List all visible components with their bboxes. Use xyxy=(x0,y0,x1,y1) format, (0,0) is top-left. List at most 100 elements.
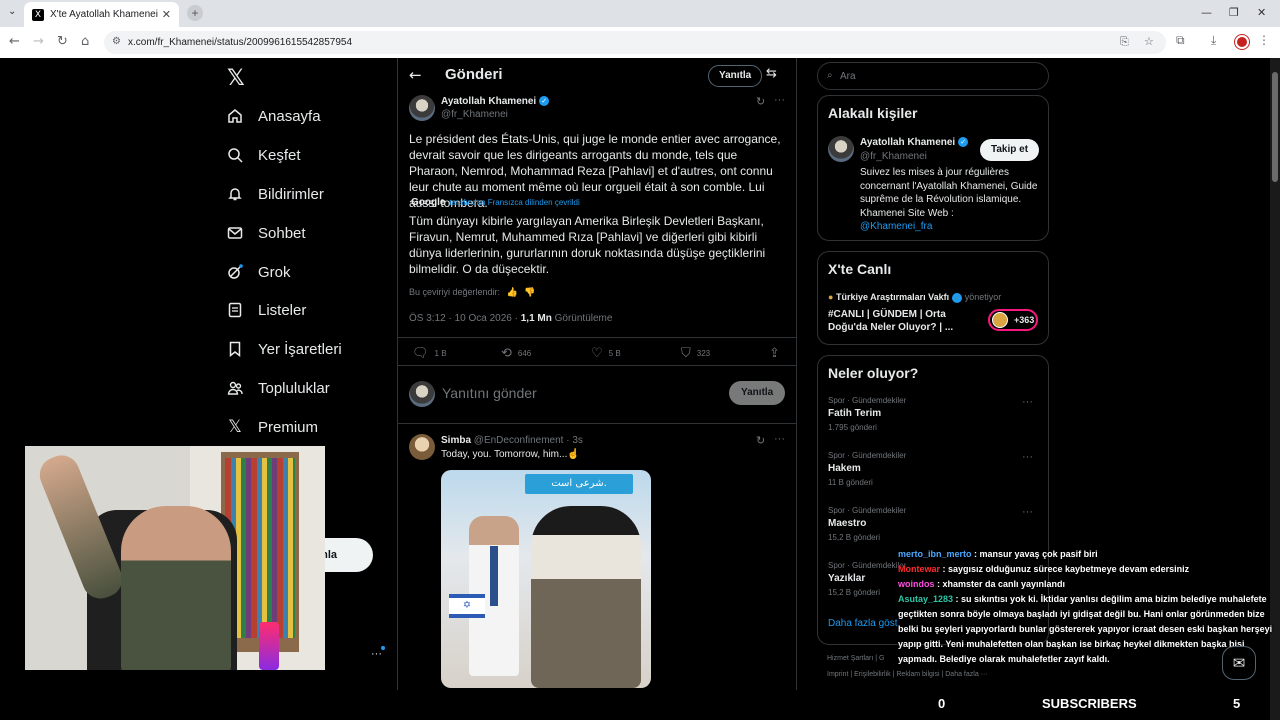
install-icon[interactable]: ⎘ xyxy=(1120,35,1129,49)
nav-bookmarks[interactable]: Yer İşaretleri xyxy=(226,335,342,363)
nav-explore[interactable]: Keşfet xyxy=(226,141,301,169)
avatar[interactable] xyxy=(409,434,435,460)
tweet-author-name[interactable]: Ayatollah Khamenei ✓ xyxy=(441,96,550,107)
trend-item[interactable]: Spor · Gündemdekiler Maestro 15,2 B gönder… xyxy=(828,506,906,542)
related-name[interactable]: Ayatollah Khamenei ✓ xyxy=(860,137,969,148)
new-tab-button[interactable]: + xyxy=(187,5,203,21)
tweet-author-handle[interactable]: @fr_Khamenei xyxy=(441,109,508,120)
extensions-icon[interactable]: ⧉ xyxy=(1176,33,1185,48)
downloads-icon[interactable]: ⤓ xyxy=(1211,33,1216,48)
bookmark-star-icon[interactable]: ☆ xyxy=(1144,35,1154,48)
nav-communities[interactable]: Topluluklar xyxy=(226,374,330,402)
grok-explain-icon[interactable]: ↻ xyxy=(756,95,765,108)
more-options-icon[interactable]: ··· xyxy=(1022,396,1033,408)
subscribers-label: SUBSCRIBERS xyxy=(1042,696,1137,711)
thumbs-down-icon[interactable]: 👎 xyxy=(524,288,535,298)
related-people-card: Alakalı kişiler Ayatollah Khamenei ✓ @fr_… xyxy=(817,95,1049,241)
more-options-icon[interactable]: ··· xyxy=(774,94,785,106)
timestamp-text[interactable]: ÖS 3:12 · 10 Oca 2026 · xyxy=(409,313,521,324)
bookmark-icon: ⛉ xyxy=(681,346,691,361)
streamer xyxy=(121,506,231,670)
trend-name: Hakem xyxy=(828,463,861,474)
reply-image[interactable]: شرعی است. ✡ xyxy=(441,470,651,688)
translation-note-text[interactable]: tarafından Fransızca dilinden çevrildi xyxy=(449,198,579,207)
reply-header-button[interactable]: Yanıtla xyxy=(708,65,763,87)
related-bio: Suivez les mises à jour régulières conce… xyxy=(860,166,1042,234)
scrollbar-thumb[interactable] xyxy=(1272,72,1278,182)
footer-links-2[interactable]: Imprint | Erişilebilirlik | Reklam bilgi… xyxy=(827,671,988,678)
menu-icon[interactable]: ⋮ xyxy=(1258,33,1270,47)
trend-context: Spor · Gündemdekiler xyxy=(828,396,907,405)
repost-count: 646 xyxy=(517,349,532,358)
home-button-icon[interactable]: ⌂ xyxy=(81,34,89,49)
nav-notifications[interactable]: Bildirimler xyxy=(226,180,324,208)
reply-author[interactable]: Simba @EnDeconfinement · 3s xyxy=(441,435,583,446)
tie-figure xyxy=(490,546,498,606)
nav-lists[interactable]: Listeler xyxy=(226,296,306,324)
chat-user: Asutay_1283 xyxy=(898,594,954,604)
live-title[interactable]: #CANLI | GÜNDEM | Orta Doğu'da Neler Olu… xyxy=(828,308,968,334)
card-title: Alakalı kişiler xyxy=(828,105,918,121)
repost-action[interactable]: ⟲ 646 xyxy=(501,346,531,361)
follow-button[interactable]: Takip et xyxy=(980,139,1040,161)
like-action[interactable]: ♡ 5 B xyxy=(591,346,621,361)
more-options-icon[interactable]: ··· xyxy=(1022,506,1033,518)
avatar[interactable] xyxy=(409,95,435,121)
bio-link[interactable]: @Khamenei_fra xyxy=(860,221,932,232)
profile-avatar-icon[interactable] xyxy=(1235,35,1249,49)
active-tab[interactable]: X X'te Ayatollah Khamenei: "Le pr ✕ xyxy=(24,2,179,27)
reply-input[interactable]: Yanıtını gönder xyxy=(442,385,537,401)
related-handle[interactable]: @fr_Khamenei xyxy=(860,151,927,162)
trend-item[interactable]: Spor · Gündemdekiler Fatih Terim 1.795 gön… xyxy=(828,396,906,432)
show-more-link[interactable]: Daha fazla göst xyxy=(828,618,898,629)
nav-label: Bildirimler xyxy=(258,185,324,203)
x-logo-icon[interactable]: 𝕏 xyxy=(227,66,245,91)
views-label: Görüntüleme xyxy=(554,313,613,324)
thumbs-up-icon[interactable]: 👍 xyxy=(507,288,518,298)
nav-chat[interactable]: Sohbet xyxy=(226,219,306,247)
account-more-icon[interactable]: ··· xyxy=(371,646,385,660)
x-icon: 𝕏 xyxy=(228,417,242,437)
search-icon xyxy=(226,146,244,164)
share-icon: ⇪ xyxy=(769,346,780,361)
close-window-icon[interactable]: ✕ xyxy=(1257,6,1266,19)
forward-icon[interactable]: → xyxy=(33,34,44,49)
reply-submit-button[interactable]: Yanıtla xyxy=(729,381,786,405)
tab-search-icon[interactable]: ⌄ xyxy=(8,6,16,17)
avatar xyxy=(409,381,435,407)
back-icon[interactable]: ← xyxy=(9,34,20,49)
site-info-icon[interactable]: ⚙ xyxy=(112,36,121,47)
live-host[interactable]: ● Türkiye Araştırmaları Vakfı ✓ yönetiyor xyxy=(828,292,1001,303)
post-column: ← Gönderi Yanıtla ⇆ Ayatollah Khamenei ✓ … xyxy=(397,58,797,720)
reload-icon[interactable]: ↻ xyxy=(57,34,68,49)
reply-action[interactable]: 🗨 1 B xyxy=(412,346,447,361)
bookmark-action[interactable]: ⛉ 323 xyxy=(681,346,710,361)
nav-grok[interactable]: Grok xyxy=(226,258,291,286)
share-action[interactable]: ⇪ xyxy=(769,346,786,361)
nav-label: Premium xyxy=(258,418,319,436)
settings-sliders-icon[interactable]: ⇆ xyxy=(766,66,777,81)
more-options-icon[interactable]: ··· xyxy=(774,433,785,445)
live-listeners-badge[interactable]: +363 xyxy=(988,309,1038,331)
divider xyxy=(398,365,796,366)
footer-links[interactable]: Hizmet Şartları | G xyxy=(827,655,884,662)
address-bar[interactable]: ⚙ x.com/fr_Khamenei/status/2009961615542… xyxy=(104,31,1166,54)
search-input[interactable]: ⌕ Ara xyxy=(817,62,1049,90)
nav-premium[interactable]: 𝕏 Premium xyxy=(226,413,318,441)
trend-context: Spor · Gündemdekiler xyxy=(828,561,907,570)
trend-item[interactable]: Spor · Gündemdekiler Hakem 11 B gönderi xyxy=(828,451,906,487)
trend-posts: 11 B gönderi xyxy=(828,478,873,487)
close-tab-icon[interactable]: ✕ xyxy=(162,8,171,21)
grok-explain-icon[interactable]: ↻ xyxy=(756,434,765,447)
reply-author-name: Simba xyxy=(441,435,472,446)
trend-item[interactable]: Spor · Gündemdekiler Yazıklar 15,2 B gönde… xyxy=(828,561,906,597)
more-options-icon[interactable]: ··· xyxy=(1022,451,1033,463)
divider xyxy=(398,337,796,338)
avatar[interactable] xyxy=(828,136,854,162)
restore-icon[interactable]: ❐ xyxy=(1229,6,1239,19)
messages-drawer-icon[interactable]: ✉ xyxy=(1222,646,1256,680)
nav-home[interactable]: Anasayfa xyxy=(226,102,321,130)
trend-name: Yazıklar xyxy=(828,573,866,584)
back-arrow-icon[interactable]: ← xyxy=(409,66,422,84)
minimize-icon[interactable]: — xyxy=(1201,6,1212,19)
